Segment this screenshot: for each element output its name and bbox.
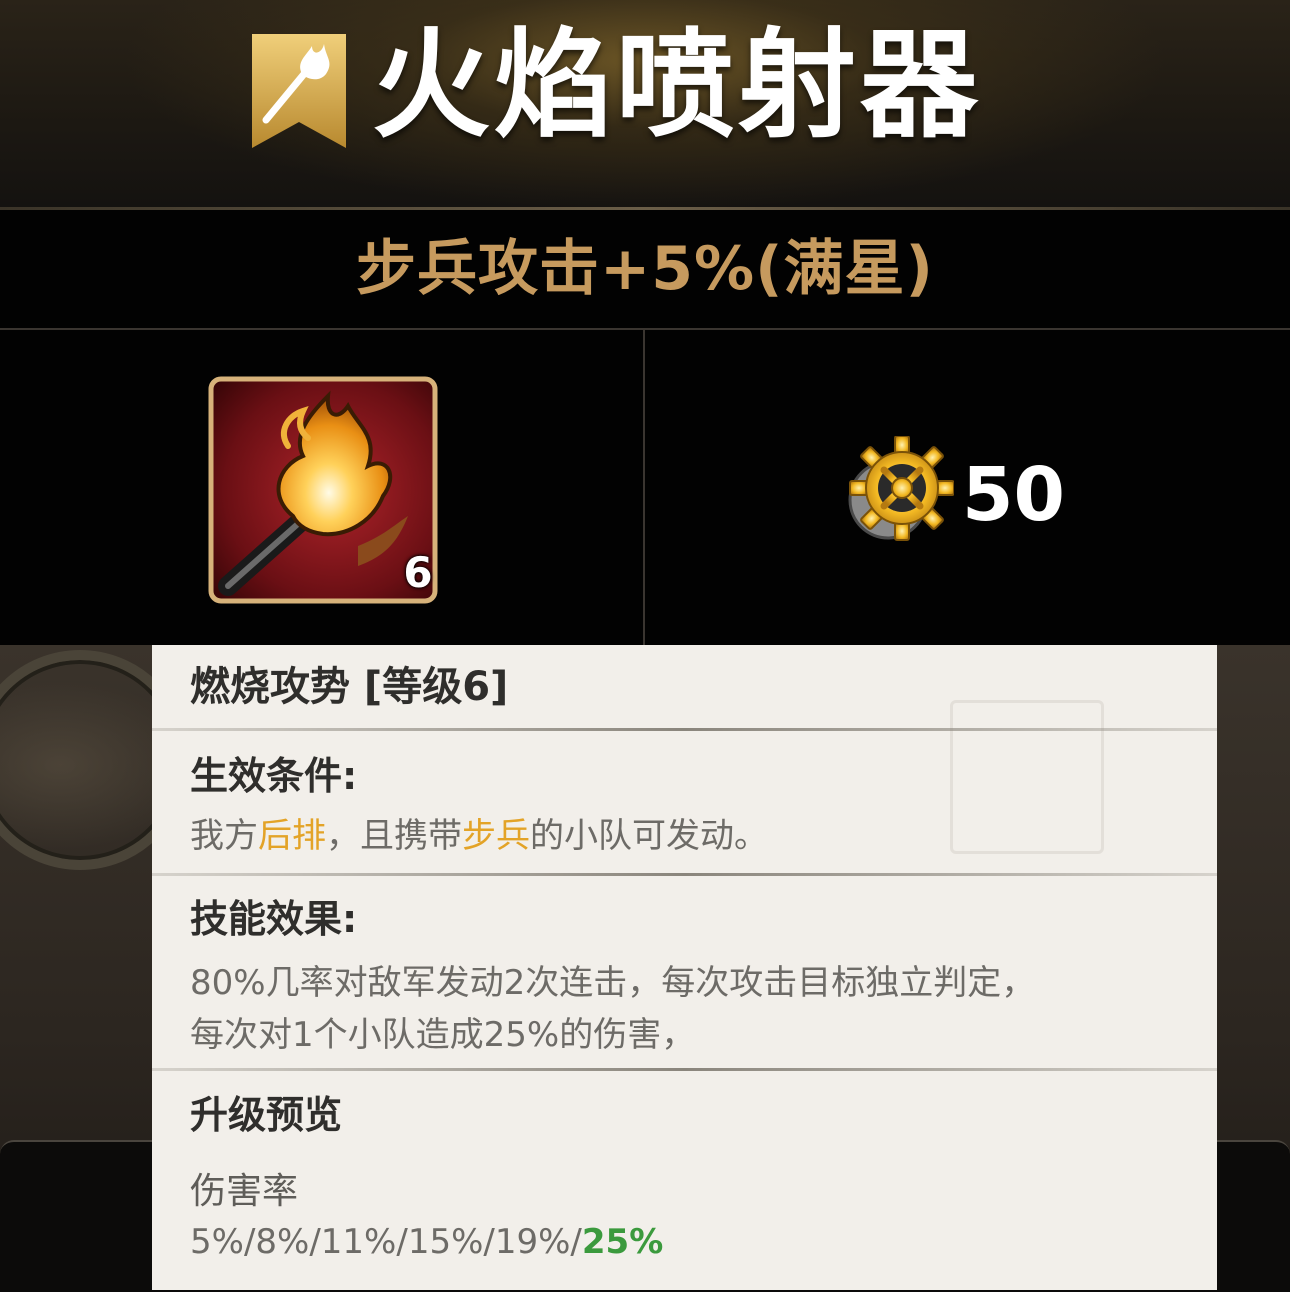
effect-text-line1: 80%几率对敌军发动2次连击，每次攻击目标独立判定，	[190, 963, 1036, 1003]
page-title: 火焰喷射器	[372, 16, 983, 154]
condition-heading: 生效条件:	[190, 754, 358, 798]
skill-level-badge: 6	[403, 548, 433, 597]
torch-badge-icon	[252, 34, 346, 148]
condition-text: 我方后排，且携带步兵的小队可发动。	[190, 816, 768, 856]
divider	[152, 873, 1217, 876]
skill-title: 燃烧攻势 [等级6]	[190, 664, 509, 710]
gear-cost-value: 50	[962, 452, 1065, 538]
upgrade-heading: 升级预览	[190, 1093, 343, 1137]
effect-heading: 技能效果:	[190, 897, 358, 941]
bonus-subtitle: 步兵攻击+5%(满星)	[356, 234, 934, 304]
upgrade-label: 伤害率	[190, 1171, 299, 1212]
gear-icon	[848, 436, 954, 541]
subtitle-bar: 步兵攻击+5%(满星)	[0, 210, 1290, 330]
effect-text-line2: 每次对1个小队造成25%的伤害，	[190, 1015, 696, 1055]
divider	[152, 728, 1217, 731]
icon-row	[0, 330, 1290, 645]
divider	[152, 1068, 1217, 1071]
ghost-card	[950, 700, 1104, 854]
upgrade-values: 5%/8%/11%/15%/19%/25%	[190, 1222, 664, 1262]
row-divider	[643, 330, 645, 645]
